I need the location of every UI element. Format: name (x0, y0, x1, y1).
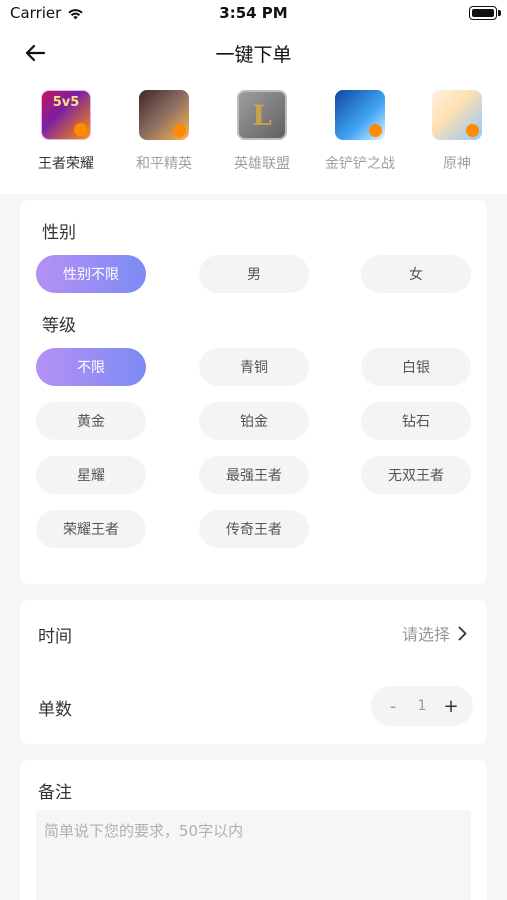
time-picker[interactable]: 请选择 (402, 621, 467, 645)
filter-card: 性别 性别不限 男 女 等级 不限 青铜 白银 黄金 铂金 钻石 星耀 最强王者… (20, 200, 487, 584)
game-item-peace-elite[interactable]: 和平精英 (116, 90, 212, 173)
status-time: 3:54 PM (219, 4, 288, 22)
level-option-star[interactable]: 星耀 (36, 456, 146, 494)
status-bar: Carrier 3:54 PM (0, 0, 507, 28)
note-title: 备注 (38, 783, 72, 803)
peace-elite-icon (139, 90, 189, 140)
game-selector: 5v5 王者荣耀 和平精英 L 英雄联盟 金铲铲之战 原神 (0, 78, 507, 194)
increment-button[interactable]: + (439, 694, 463, 718)
level-option-diamond[interactable]: 钻石 (361, 402, 471, 440)
gender-option-any[interactable]: 性别不限 (36, 255, 146, 293)
game-label: 原神 (443, 156, 471, 172)
navigation-bar: 一键下单 (0, 28, 507, 78)
order-form-card: 时间 请选择 单数 - 1 + (20, 600, 487, 744)
game-item-league-of-legends[interactable]: L 英雄联盟 (214, 90, 310, 173)
level-option-silver[interactable]: 白银 (361, 348, 471, 386)
level-option-legend-king[interactable]: 传奇王者 (199, 510, 309, 548)
battery-icon (469, 6, 501, 20)
game-item-golden-spatula[interactable]: 金铲铲之战 (312, 90, 408, 173)
level-option-peerless-king[interactable]: 无双王者 (361, 456, 471, 494)
time-placeholder: 请选择 (401, 625, 450, 644)
level-title: 等级 (42, 316, 76, 336)
level-option-bronze[interactable]: 青铜 (199, 348, 309, 386)
level-option-glory-king[interactable]: 荣耀王者 (36, 510, 146, 548)
note-card: 备注 (20, 760, 487, 900)
quantity-stepper: - 1 + (371, 686, 473, 726)
gender-option-female[interactable]: 女 (361, 255, 471, 293)
time-label: 时间 (38, 627, 72, 647)
level-option-strongest-king[interactable]: 最强王者 (199, 456, 309, 494)
quantity-value: 1 (417, 698, 427, 714)
gender-option-male[interactable]: 男 (199, 255, 309, 293)
gender-title: 性别 (42, 223, 76, 243)
genshin-icon (432, 90, 482, 140)
page-title: 一键下单 (215, 44, 292, 66)
game-label: 英雄联盟 (234, 156, 290, 172)
note-input[interactable] (36, 810, 471, 900)
game-label: 和平精英 (136, 156, 192, 172)
level-option-gold[interactable]: 黄金 (36, 402, 146, 440)
game-item-honor-of-kings[interactable]: 5v5 王者荣耀 (18, 90, 114, 173)
honor-of-kings-icon: 5v5 (41, 90, 91, 140)
chevron-right-icon (458, 626, 467, 640)
game-label: 金铲铲之战 (325, 156, 395, 172)
decrement-button[interactable]: - (381, 694, 405, 718)
count-label: 单数 (38, 700, 72, 720)
level-option-platinum[interactable]: 铂金 (199, 402, 309, 440)
game-item-genshin[interactable]: 原神 (409, 90, 505, 173)
league-of-legends-icon: L (237, 90, 287, 140)
level-option-any[interactable]: 不限 (36, 348, 146, 386)
game-label: 王者荣耀 (38, 156, 94, 172)
golden-spatula-icon (335, 90, 385, 140)
